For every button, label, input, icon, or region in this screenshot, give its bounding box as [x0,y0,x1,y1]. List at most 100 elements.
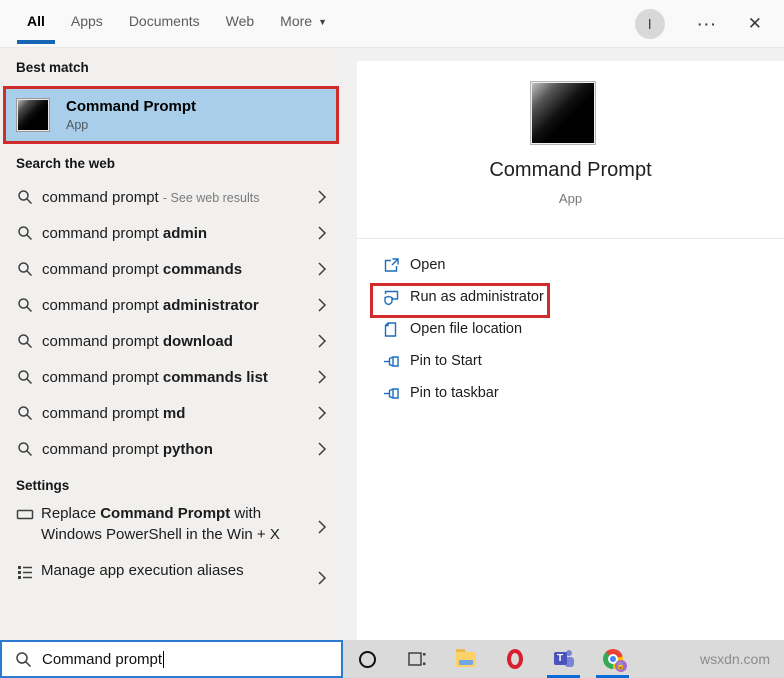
chevron-right-icon [317,190,327,204]
action-label: Pin to taskbar [410,385,499,401]
action-label: Open file location [410,321,522,337]
suggestion-text: command prompt python [42,441,213,458]
preview-app-subtitle: App [357,191,784,206]
search-icon [17,261,33,277]
file-location-icon [383,321,400,338]
action-label: Pin to Start [410,353,482,369]
suggestion-text: command prompt commands [42,261,242,278]
suggestion-text: command prompt administrator [42,297,259,314]
taskbar: T 🔒 wsxdn.com [343,640,784,678]
list-icon [16,563,34,581]
action-pin-to-start[interactable]: Pin to Start [357,345,784,377]
suggestion-administrator[interactable]: command prompt administrator [0,287,345,323]
search-icon [17,441,33,457]
best-match-subtitle: App [66,118,196,132]
chevron-down-icon: ▼ [318,17,327,27]
suggestion-commands[interactable]: command prompt commands [0,251,345,287]
cortana-icon [359,651,376,668]
suggestion-download[interactable]: command prompt download [0,323,345,359]
best-match-title: Command Prompt [66,98,196,115]
best-match-label: Best match [16,60,89,75]
tab-apps[interactable]: Apps [71,13,103,29]
chevron-right-icon [317,370,327,384]
search-input[interactable]: Command prompt [0,640,343,678]
opera-button[interactable] [490,640,539,678]
suggestion-text: command prompt admin [42,225,207,242]
search-icon [17,369,33,385]
tab-more-label: More [280,13,312,29]
divider [357,238,784,239]
command-prompt-icon-large [531,82,595,144]
chevron-right-icon [317,406,327,420]
task-view-icon [407,649,427,669]
suggestion-text: command prompt download [42,333,233,350]
command-prompt-icon [17,99,49,131]
suggestion-text: command prompt commands list [42,369,268,386]
tab-web[interactable]: Web [226,13,255,29]
setting-text: Manage app execution aliases [41,560,291,596]
chevron-right-icon [317,571,327,585]
chevron-right-icon [317,442,327,456]
preview-panel: Command Prompt App Open Run as administr… [357,61,784,640]
chevron-right-icon [317,298,327,312]
action-label: Run as administrator [410,289,544,305]
suggestion-see-web-results[interactable]: command prompt - See web results [0,179,345,215]
search-the-web-label: Search the web [16,156,115,171]
action-run-as-administrator[interactable]: Run as administrator [357,281,784,313]
filter-tabs: All Apps Documents Web More ▼ [27,13,353,29]
chevron-right-icon [317,520,327,534]
search-icon [17,297,33,313]
search-icon [17,333,33,349]
suggestion-text: command prompt md [42,405,185,422]
tab-more[interactable]: More ▼ [280,13,327,29]
action-pin-to-taskbar[interactable]: Pin to taskbar [357,377,784,409]
chevron-right-icon [317,262,327,276]
setting-manage-aliases[interactable]: Manage app execution aliases [0,560,345,596]
run-as-admin-icon [383,289,400,306]
search-header: All Apps Documents Web More ▼ I ··· ✕ [0,0,784,48]
file-explorer-button[interactable] [441,640,490,678]
pin-icon [383,385,400,402]
teams-icon: T [554,649,574,669]
text-caret [163,651,164,668]
suggestion-python[interactable]: command prompt python [0,431,345,467]
tab-documents[interactable]: Documents [129,13,200,29]
more-options-icon[interactable]: ··· [698,16,718,32]
results-panel: Best match Command Prompt App Search the… [0,48,345,640]
best-match-result[interactable]: Command Prompt App [3,86,339,144]
search-icon [17,225,33,241]
task-view-button[interactable] [392,640,441,678]
lock-badge-icon: 🔒 [615,660,627,672]
chrome-icon: 🔒 [603,649,623,669]
setting-replace-cmd-powershell[interactable]: Replace Command Prompt with Windows Powe… [0,503,345,551]
search-icon [17,405,33,421]
tab-all[interactable]: All [27,13,45,29]
suggestion-text: command prompt - See web results [42,189,259,206]
preview-app-title: Command Prompt [357,159,784,182]
chevron-right-icon [317,226,327,240]
window-icon [16,506,34,524]
suggestion-admin[interactable]: command prompt admin [0,215,345,251]
file-explorer-icon [456,652,476,667]
setting-text: Replace Command Prompt with Windows Powe… [41,503,291,551]
action-open[interactable]: Open [357,249,784,281]
opera-icon [507,649,523,669]
chevron-right-icon [317,334,327,348]
cortana-button[interactable] [343,640,392,678]
action-label: Open [410,257,445,273]
suggestion-commands-list[interactable]: command prompt commands list [0,359,345,395]
suggestion-md[interactable]: command prompt md [0,395,345,431]
teams-button[interactable]: T [539,640,588,678]
action-open-file-location[interactable]: Open file location [357,313,784,345]
user-avatar[interactable]: I [635,9,665,39]
search-input-value: Command prompt [42,651,164,668]
search-icon [17,189,33,205]
chrome-button[interactable]: 🔒 [588,640,637,678]
open-icon [383,257,400,274]
pin-icon [383,353,400,370]
active-tab-indicator [17,40,55,44]
close-icon[interactable]: ✕ [748,14,762,34]
search-icon [15,651,32,668]
settings-label: Settings [16,478,69,493]
watermark-text: wsxdn.com [700,651,770,667]
